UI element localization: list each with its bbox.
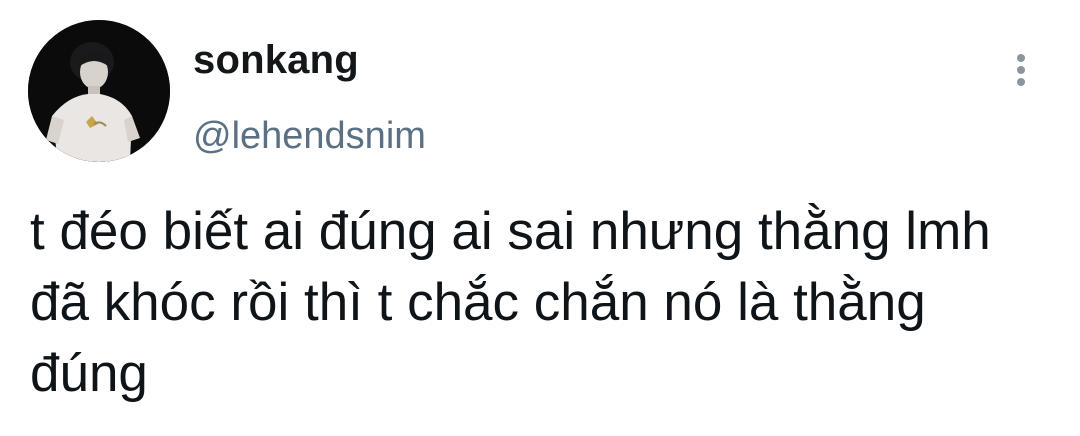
more-vertical-icon — [1017, 54, 1025, 86]
more-options-button[interactable] — [1006, 48, 1036, 92]
avatar-photo — [28, 20, 170, 162]
avatar[interactable] — [28, 20, 170, 162]
tweet-text: t đéo biết ai đúng ai sai nhưng thằng lm… — [30, 202, 991, 403]
user-handle[interactable]: @lehendsnim — [193, 115, 426, 158]
tweet-card: sonkang @lehendsnim t đéo biết ai đúng a… — [0, 0, 1080, 436]
display-name[interactable]: sonkang — [193, 38, 359, 83]
